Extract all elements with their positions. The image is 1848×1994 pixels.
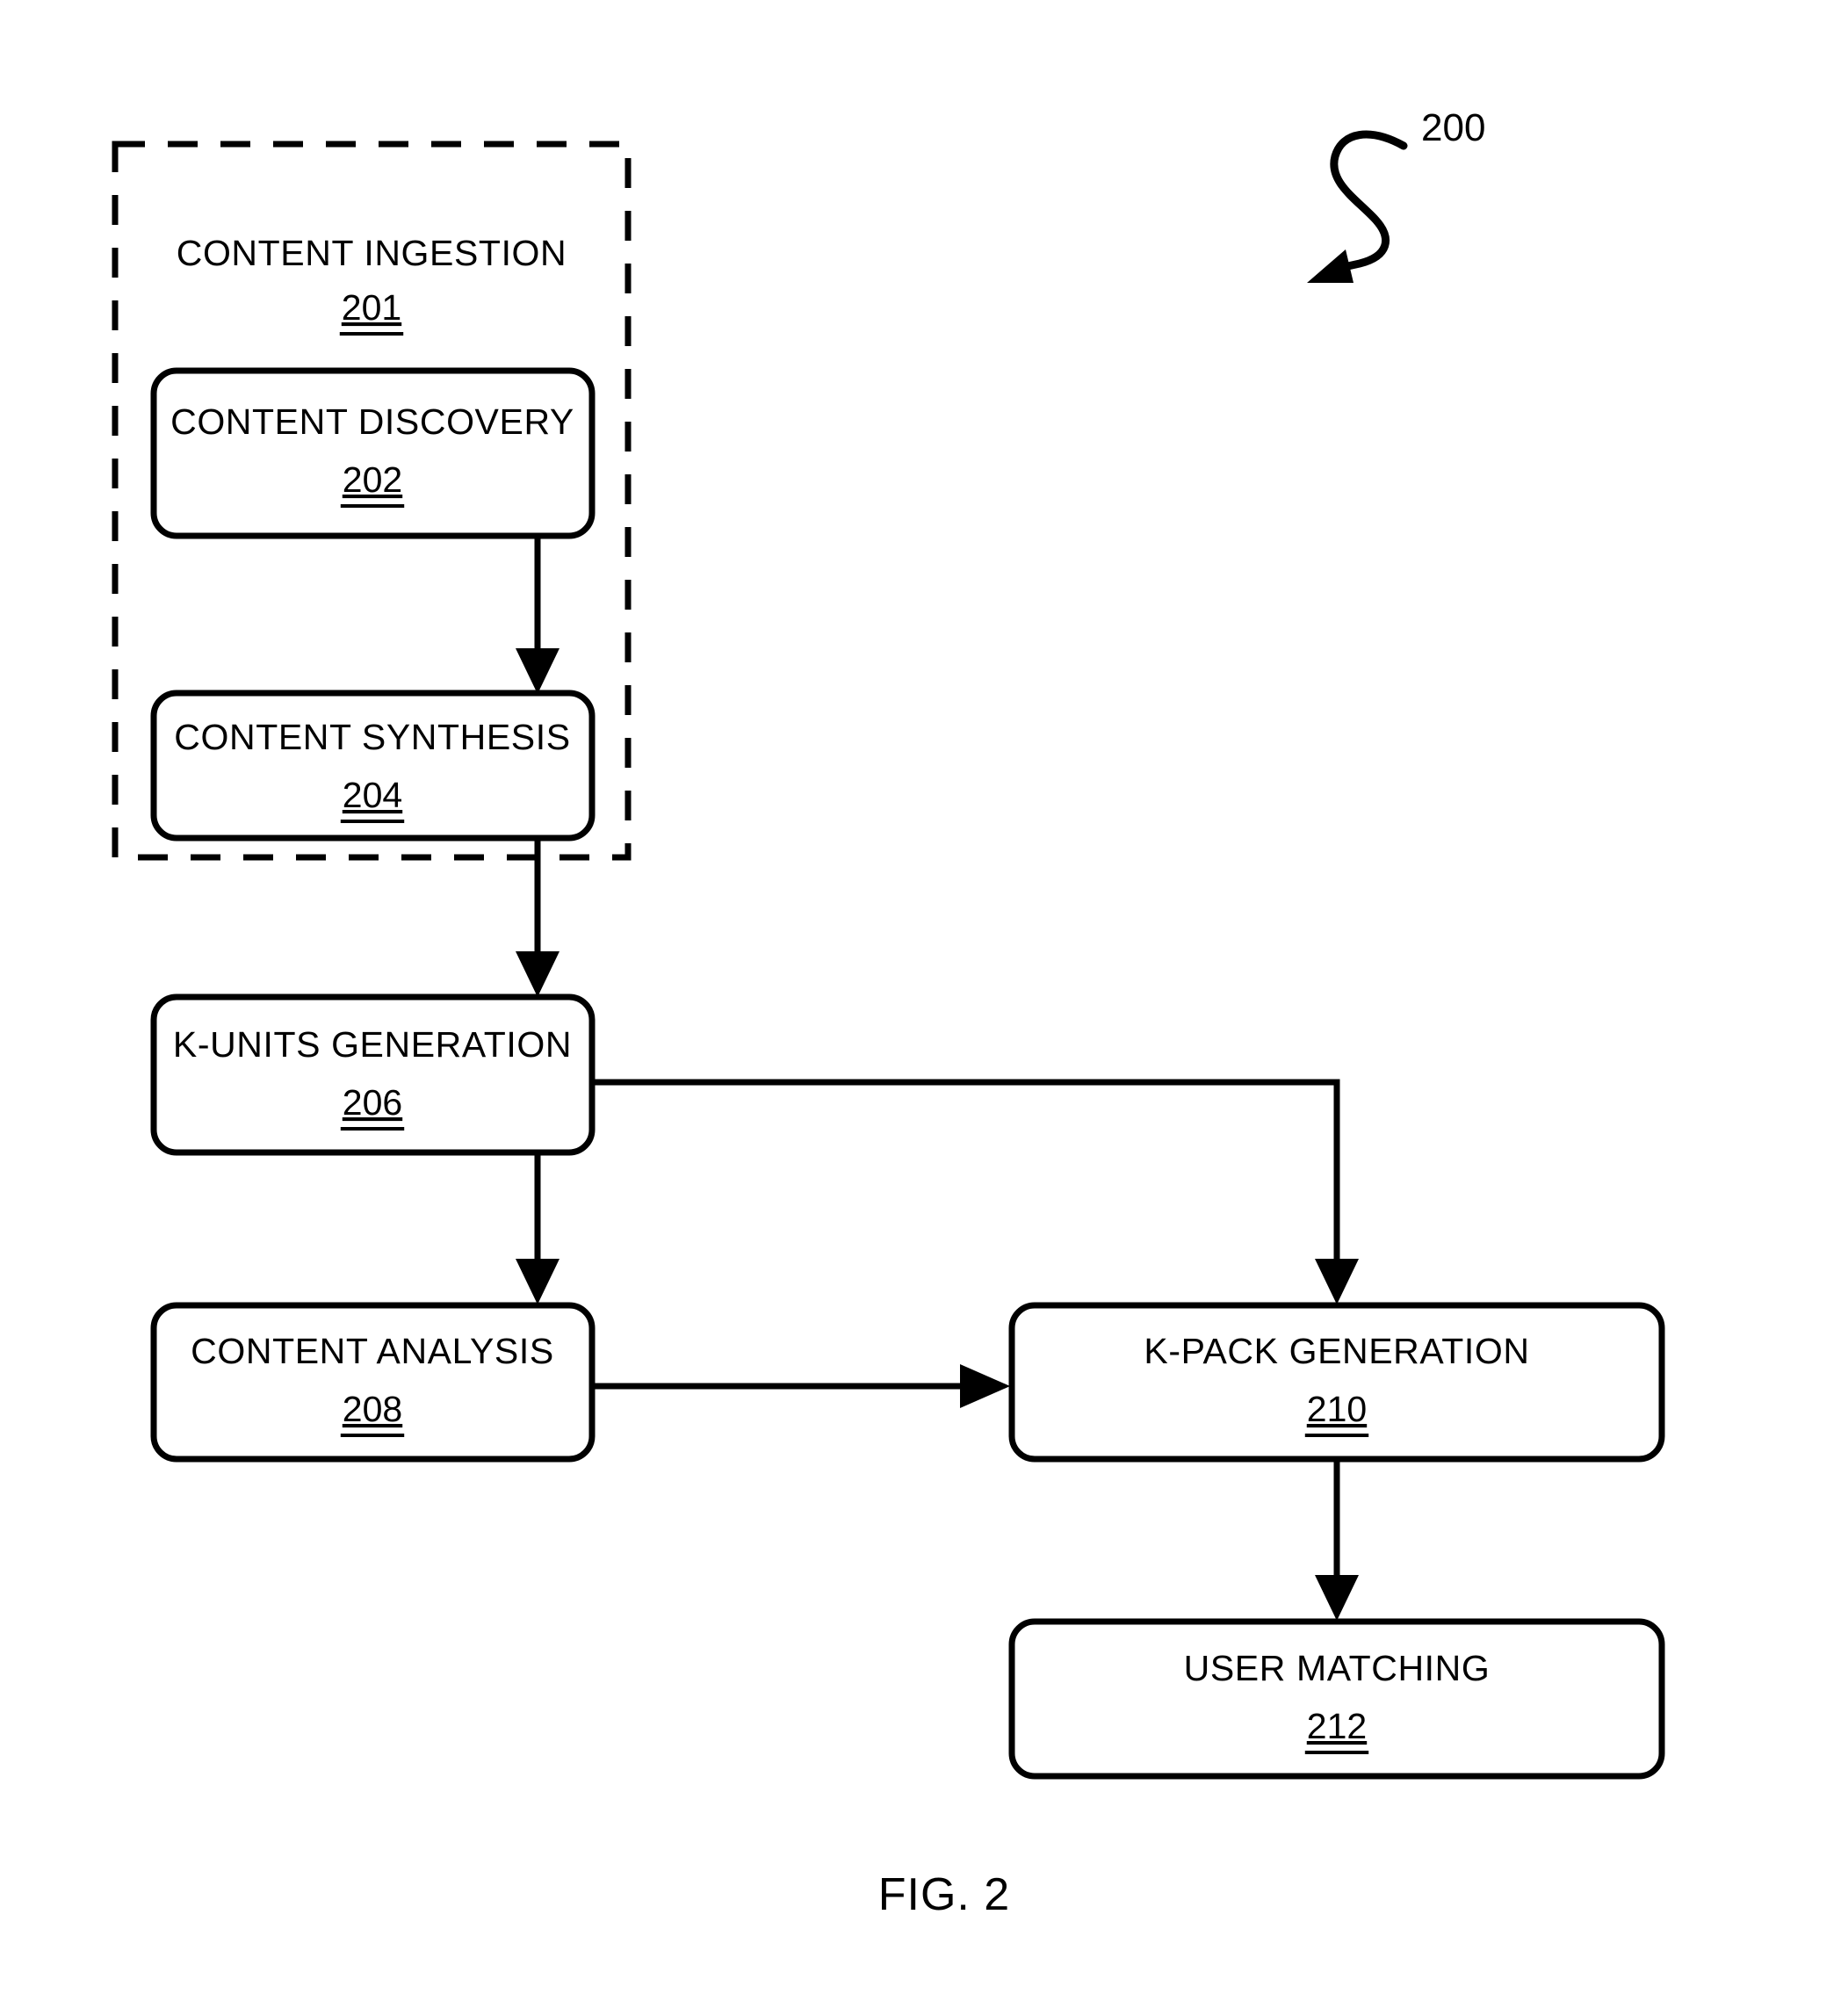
figure-caption: FIG. 2 xyxy=(878,1869,1010,1920)
flowchart-diagram: 200 CONTENT INGESTION 201 CONTENT DISCOV… xyxy=(112,106,1665,1920)
content-synthesis-ref: 204 xyxy=(343,775,402,815)
arrowhead-icon xyxy=(960,1364,1010,1408)
arrow-kunits-to-kpack xyxy=(592,1079,1359,1304)
box-content-analysis[interactable]: CONTENT ANALYSIS 208 xyxy=(150,1302,596,1463)
box-k-pack-generation[interactable]: K-PACK GENERATION 210 xyxy=(1008,1302,1665,1463)
arrowhead-icon xyxy=(516,648,559,694)
content-discovery-ref: 202 xyxy=(343,459,402,500)
k-pack-generation-title: K-PACK GENERATION xyxy=(1144,1331,1529,1371)
box-content-discovery[interactable]: CONTENT DISCOVERY 202 xyxy=(150,367,596,539)
k-units-generation-ref: 206 xyxy=(343,1082,402,1123)
user-matching-ref: 212 xyxy=(1307,1706,1367,1746)
content-discovery-rect[interactable] xyxy=(150,367,596,539)
user-matching-title: USER MATCHING xyxy=(1184,1648,1491,1688)
content-ingestion-ref: 201 xyxy=(342,287,401,328)
content-analysis-ref: 208 xyxy=(343,1389,402,1429)
content-discovery-title: CONTENT DISCOVERY xyxy=(170,401,574,442)
arrow-kpack-to-usermatching xyxy=(1315,1459,1359,1621)
callout-squiggle-icon xyxy=(1330,130,1408,271)
content-synthesis-rect[interactable] xyxy=(150,690,596,842)
content-synthesis-title: CONTENT SYNTHESIS xyxy=(174,717,570,757)
arrowhead-icon xyxy=(516,951,559,997)
arrowhead-icon xyxy=(516,1259,559,1304)
arrowhead-icon xyxy=(1315,1259,1359,1304)
box-k-units-generation[interactable]: K-UNITS GENERATION 206 xyxy=(150,993,596,1156)
content-analysis-title: CONTENT ANALYSIS xyxy=(191,1331,554,1371)
figure-canvas: 200 CONTENT INGESTION 201 CONTENT DISCOV… xyxy=(0,0,1848,1994)
callout-arrowhead-icon xyxy=(1307,249,1354,283)
k-units-generation-title: K-UNITS GENERATION xyxy=(173,1024,572,1065)
arrowhead-icon xyxy=(1315,1575,1359,1621)
box-content-synthesis[interactable]: CONTENT SYNTHESIS 204 xyxy=(150,690,596,842)
k-pack-generation-ref: 210 xyxy=(1307,1389,1367,1429)
arrow-synthesis-to-kunits xyxy=(516,838,559,997)
figure-callout-200: 200 xyxy=(1307,106,1485,283)
callout-ref-200: 200 xyxy=(1421,106,1485,149)
arrow-analysis-to-kpack xyxy=(592,1364,1010,1408)
arrow-kunits-to-analysis xyxy=(516,1152,559,1304)
box-user-matching[interactable]: USER MATCHING 212 xyxy=(1008,1618,1665,1780)
arrow-discovery-to-synthesis xyxy=(516,536,559,694)
content-ingestion-title: CONTENT INGESTION xyxy=(177,233,567,273)
